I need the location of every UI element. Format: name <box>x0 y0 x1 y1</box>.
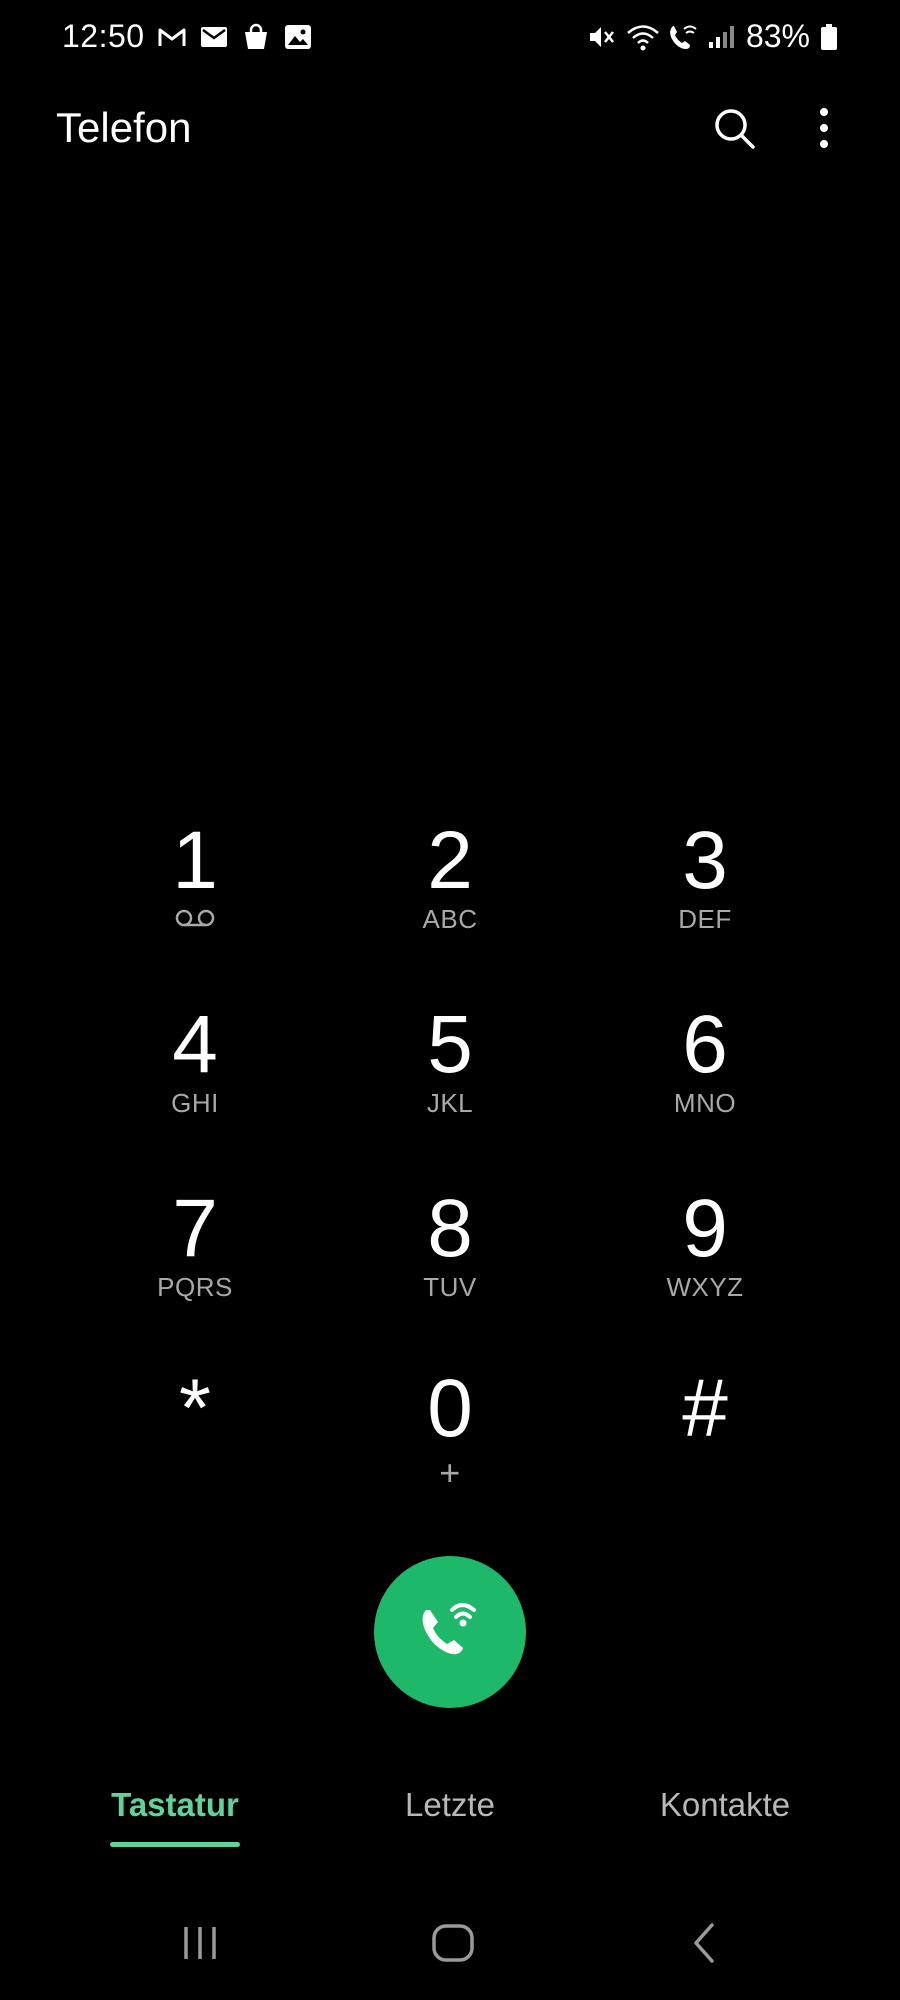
key-letters: + <box>439 1452 461 1493</box>
key-digit: 8 <box>427 1183 473 1274</box>
dialed-number <box>0 500 900 600</box>
active-tab-indicator <box>110 1842 240 1847</box>
navigation-bar <box>0 1910 900 1980</box>
key-hash[interactable]: # <box>605 1368 805 1518</box>
mail-icon <box>199 22 229 52</box>
key-2[interactable]: 2 ABC <box>350 820 550 970</box>
key-digit: 5 <box>427 999 473 1090</box>
key-4[interactable]: 4 GHI <box>95 1004 295 1154</box>
more-options-button[interactable] <box>794 100 854 160</box>
key-digit: * <box>179 1363 211 1454</box>
key-0[interactable]: 0 + <box>350 1368 550 1518</box>
battery-icon <box>820 22 838 52</box>
key-9[interactable]: 9 WXYZ <box>605 1188 805 1338</box>
key-7[interactable]: 7 PQRS <box>95 1188 295 1338</box>
mute-icon <box>586 22 616 52</box>
key-letters: JKL <box>426 1088 474 1118</box>
home-icon <box>431 1921 475 1970</box>
gallery-icon <box>283 22 313 52</box>
page-title: Telefon <box>56 104 192 151</box>
search-icon <box>712 106 756 155</box>
tab-contacts[interactable]: Kontakte <box>640 1786 810 1824</box>
key-letters: MNO <box>673 1088 737 1118</box>
status-left: 12:50 <box>62 18 313 55</box>
bottom-tabs: Tastatur Letzte Kontakte <box>0 1786 900 1866</box>
key-digit: # <box>682 1363 728 1454</box>
more-vertical-icon <box>818 106 830 155</box>
gmail-icon <box>157 22 187 52</box>
key-3[interactable]: 3 DEF <box>605 820 805 970</box>
call-button[interactable] <box>374 1556 526 1708</box>
tab-recents[interactable]: Letzte <box>390 1786 510 1824</box>
key-digit: 7 <box>172 1183 218 1274</box>
key-digit: 3 <box>682 815 728 906</box>
key-8[interactable]: 8 TUV <box>350 1188 550 1338</box>
key-5[interactable]: 5 JKL <box>350 1004 550 1154</box>
status-time: 12:50 <box>62 18 145 54</box>
back-icon <box>688 1921 718 1970</box>
key-letters: ABC <box>422 904 478 934</box>
key-digit: 2 <box>427 815 473 906</box>
key-letters: WXYZ <box>666 1272 744 1302</box>
key-letters: PQRS <box>157 1272 233 1302</box>
key-letters: TUV <box>423 1272 477 1302</box>
wifi-call-icon <box>410 1590 490 1675</box>
battery-percent: 83% <box>745 18 810 54</box>
back-button[interactable] <box>663 1910 743 1980</box>
key-letters: GHI <box>171 1088 219 1118</box>
recent-apps-button[interactable] <box>160 1910 240 1980</box>
tab-keypad[interactable]: Tastatur <box>110 1786 240 1824</box>
key-digit: 0 <box>427 1363 473 1454</box>
shopping-bag-icon <box>241 22 271 52</box>
voicemail-icon <box>173 904 217 934</box>
search-button[interactable] <box>704 100 764 160</box>
key-digit: 4 <box>172 999 218 1090</box>
recent-apps-icon <box>180 1923 220 1968</box>
key-digit: 6 <box>682 999 728 1090</box>
key-digit: 9 <box>682 1183 728 1274</box>
key-1[interactable]: 1 <box>95 820 295 970</box>
status-bar: 12:50 83% <box>0 0 900 80</box>
wifi-icon <box>626 22 659 52</box>
key-star[interactable]: * <box>95 1368 295 1518</box>
key-digit: 1 <box>172 815 218 906</box>
status-right: 83% <box>586 18 838 55</box>
key-letters: DEF <box>678 904 732 934</box>
wifi-calling-icon <box>666 22 697 52</box>
home-button[interactable] <box>413 1910 493 1980</box>
key-6[interactable]: 6 MNO <box>605 1004 805 1154</box>
signal-icon <box>706 22 736 52</box>
